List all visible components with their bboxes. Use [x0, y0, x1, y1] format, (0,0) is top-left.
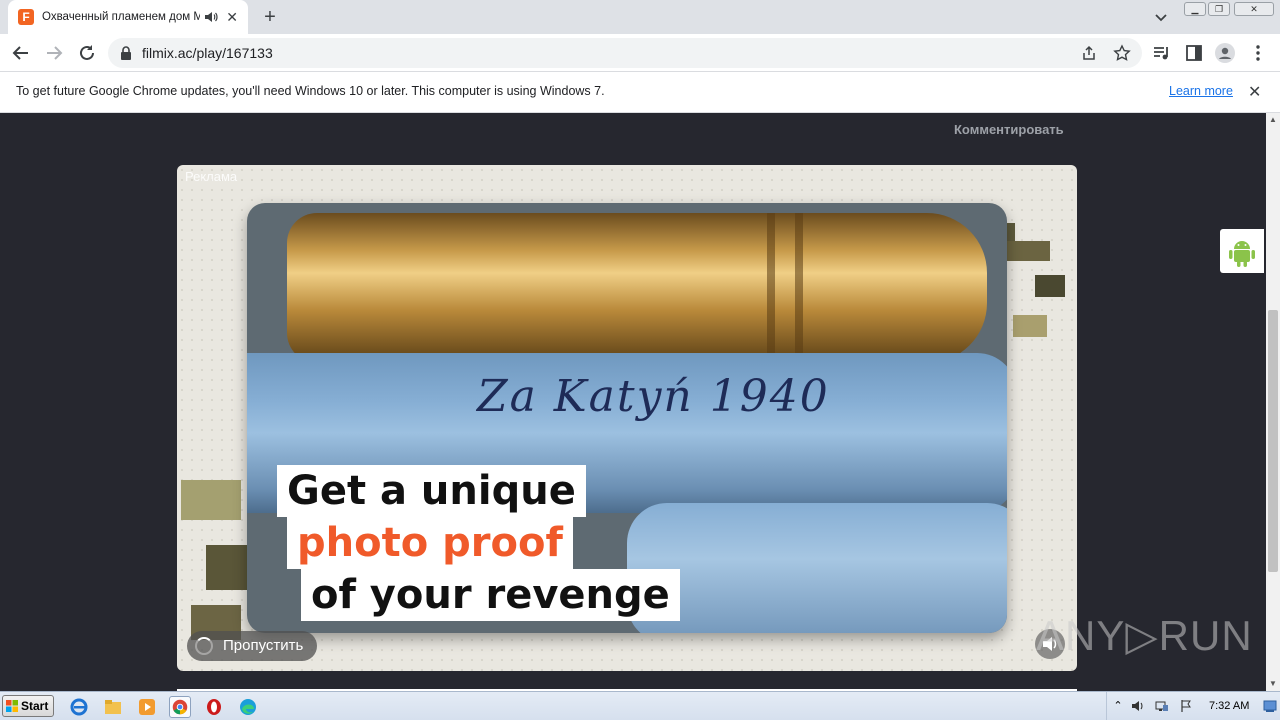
ad-photo: Za Katyń 1940 Get a unique photo proof o… — [247, 203, 1007, 633]
network-tray-icon[interactable] — [1155, 699, 1169, 713]
infobar-close-icon[interactable]: ✕ — [1248, 82, 1261, 102]
video-ad-player[interactable]: Реклама Za Katyń 1940 Get a unique photo… — [177, 165, 1077, 671]
windows-taskbar: Start ⌃ 7:32 AM — [0, 691, 1280, 720]
volume-tray-icon[interactable] — [1131, 699, 1145, 713]
new-tab-button[interactable]: + — [258, 5, 282, 29]
side-panel-icon[interactable] — [1184, 43, 1204, 63]
page-scrollbar[interactable]: ▲ ▼ — [1266, 113, 1280, 691]
chrome-icon[interactable] — [169, 696, 191, 718]
android-app-button[interactable] — [1220, 229, 1264, 273]
address-bar[interactable]: filmix.ac/play/167133 — [108, 38, 1142, 68]
scroll-up-arrow-icon[interactable]: ▲ — [1266, 113, 1280, 127]
bookmark-star-icon[interactable] — [1113, 44, 1131, 62]
learn-more-link[interactable]: Learn more — [1169, 84, 1233, 98]
shell-band — [767, 213, 775, 363]
shell-band — [795, 213, 803, 363]
back-arrow-icon[interactable] — [10, 42, 32, 64]
skip-ad-label: Пропустить — [223, 637, 304, 654]
lock-icon[interactable] — [120, 46, 132, 60]
page-content: Комментировать Реклама Za Katyń 1940 Get… — [0, 113, 1266, 691]
ad-label: Реклама — [185, 169, 238, 184]
media-player-icon[interactable] — [136, 696, 158, 718]
audio-playing-icon[interactable] — [204, 10, 218, 24]
action-center-flag-icon[interactable] — [1179, 699, 1193, 713]
window-minimize-button[interactable]: ▁ — [1184, 2, 1206, 16]
blue-shell-image — [627, 503, 1007, 633]
scroll-thumb[interactable] — [1268, 310, 1278, 572]
window-close-button[interactable]: ✕ — [1234, 2, 1274, 16]
reload-icon[interactable] — [76, 42, 98, 64]
ad-caption-line-2: photo proof — [287, 517, 573, 569]
browser-toolbar: filmix.ac/play/167133 — [0, 34, 1280, 72]
ad-caption-line-1: Get a unique — [277, 465, 586, 517]
show-desktop-icon[interactable] — [1263, 699, 1277, 713]
tab-close-icon[interactable]: ✕ — [226, 9, 238, 26]
opera-icon[interactable] — [203, 696, 225, 718]
taskbar-clock[interactable]: 7:32 AM — [1209, 700, 1249, 712]
window-restore-button[interactable]: ❐ — [1208, 2, 1230, 16]
brass-shell-image — [287, 213, 987, 363]
update-infobar: To get future Google Chrome updates, you… — [0, 72, 1280, 113]
tab-strip: F Охваченный пламенем дом Ма ✕ + ▁ ❐ ✕ — [0, 0, 1280, 34]
ad-caption-line-3: of your revenge — [301, 569, 680, 621]
show-hidden-icons-icon[interactable]: ⌃ — [1111, 699, 1125, 713]
url-text[interactable]: filmix.ac/play/167133 — [142, 45, 273, 61]
start-label: Start — [21, 699, 49, 713]
file-explorer-icon[interactable] — [102, 696, 124, 718]
skip-ad-button[interactable]: Пропустить — [187, 631, 318, 661]
tab-title: Охваченный пламенем дом Ма — [42, 11, 201, 23]
scroll-down-arrow-icon[interactable]: ▼ — [1266, 677, 1280, 691]
forward-arrow-icon[interactable] — [43, 42, 65, 64]
share-icon[interactable] — [1080, 44, 1098, 62]
filmix-favicon-icon: F — [18, 9, 34, 25]
profile-avatar-icon[interactable] — [1215, 43, 1235, 63]
edge-icon[interactable] — [237, 696, 259, 718]
start-button[interactable]: Start — [2, 695, 54, 717]
infobar-message: To get future Google Chrome updates, you… — [16, 84, 605, 98]
android-icon — [1229, 241, 1255, 267]
windows-logo-icon — [6, 700, 18, 712]
loading-spinner-icon — [195, 637, 213, 655]
handwritten-inscription: Za Katyń 1940 — [477, 371, 830, 422]
internet-explorer-icon[interactable] — [68, 696, 90, 718]
media-controls-icon[interactable] — [1152, 43, 1172, 63]
anyrun-watermark: ANY▷RUN — [1036, 612, 1253, 659]
menu-kebab-icon[interactable] — [1248, 43, 1268, 63]
comment-link[interactable]: Комментировать — [954, 122, 1064, 137]
system-tray: ⌃ — [1106, 692, 1280, 720]
browser-tab[interactable]: F Охваченный пламенем дом Ма ✕ — [8, 0, 248, 34]
tab-search-chevron-icon[interactable] — [1152, 8, 1170, 26]
